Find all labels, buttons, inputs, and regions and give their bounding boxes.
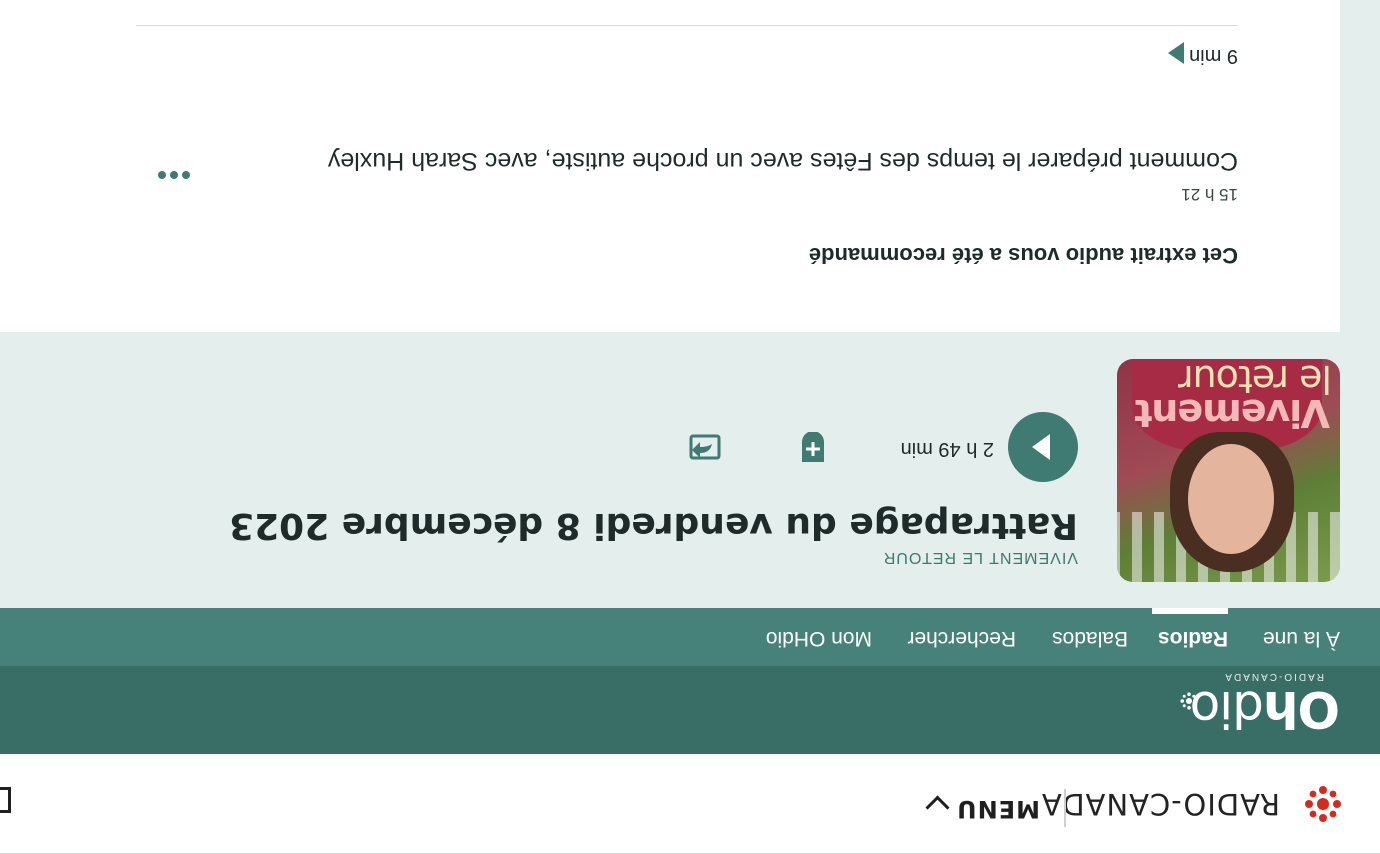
nav-item-radios[interactable]: Radios <box>1158 626 1228 650</box>
play-button[interactable] <box>1008 412 1078 482</box>
add-to-list-icon[interactable] <box>796 432 830 466</box>
nav-active-indicator <box>1152 608 1228 614</box>
play-small-icon[interactable] <box>1168 42 1184 64</box>
radio-canada-brand[interactable]: RADIO-CANADA <box>1041 787 1280 821</box>
ohdio-header: Ohdio RADIO-CANADA <box>0 666 1380 754</box>
screen: RADIO-CANADA MENU Ohdio RADIO-CANADA À l… <box>0 0 1380 854</box>
play-icon <box>1032 434 1050 460</box>
artwork-title-line2: le retour <box>1178 359 1332 401</box>
nav-item-a-la-une[interactable]: À la une <box>1263 626 1340 650</box>
recommendation-time: 15 h 21 <box>1181 185 1238 204</box>
nav-item-rechercher[interactable]: Rechercher <box>907 626 1016 650</box>
topbar-divider <box>1064 789 1066 827</box>
recommendation-heading: Cet extrait audio vous a été recommandé <box>808 243 1238 268</box>
search-icon[interactable] <box>0 787 11 813</box>
episode-show-name[interactable]: VIVEMENT LE RETOUR <box>883 548 1078 566</box>
recommendation-card: Cet extrait audio vous a été recommandé … <box>40 0 1340 332</box>
more-dot <box>158 171 166 179</box>
episode-artwork[interactable]: Vivement le retour <box>1117 359 1340 582</box>
more-dot <box>170 171 178 179</box>
recommendation-side-strip <box>1340 0 1380 332</box>
radio-canada-bar: RADIO-CANADA MENU <box>0 753 1380 854</box>
chevron-down-icon[interactable] <box>925 795 950 820</box>
radio-canada-logo-icon[interactable] <box>1304 785 1342 823</box>
menu-button[interactable]: MENU <box>956 795 1040 823</box>
more-dot <box>182 171 190 179</box>
episode-panel: Vivement le retour VIVEMENT LE RETOUR Ra… <box>0 332 1380 608</box>
radio-canada-gem-icon <box>1180 692 1198 710</box>
recommendation-title[interactable]: Comment préparer le temps des Fêtes avec… <box>278 140 1238 182</box>
nav-item-mon-ohdio[interactable]: Mon OHdio <box>766 626 872 650</box>
ohdio-subtitle: RADIO-CANADA <box>1223 671 1324 682</box>
ohdio-logo[interactable]: Ohdio <box>1191 680 1340 738</box>
ohdio-logo-light: dio <box>1190 680 1264 738</box>
main-nav: À la une Radios Balados Rechercher Mon O… <box>0 608 1380 666</box>
ohdio-logo-bold: Oh <box>1263 680 1340 738</box>
nav-item-balados[interactable]: Balados <box>1052 626 1128 650</box>
episode-duration: 2 h 49 min <box>900 438 994 460</box>
share-icon[interactable] <box>688 432 722 466</box>
recommendation-divider <box>136 25 1238 26</box>
recommendation-duration: 9 min <box>1189 45 1238 67</box>
artwork-face <box>1188 444 1274 554</box>
more-options-icon[interactable] <box>150 168 190 182</box>
episode-title: Rattrapage du vendredi 8 décembre 2023 <box>229 505 1078 546</box>
